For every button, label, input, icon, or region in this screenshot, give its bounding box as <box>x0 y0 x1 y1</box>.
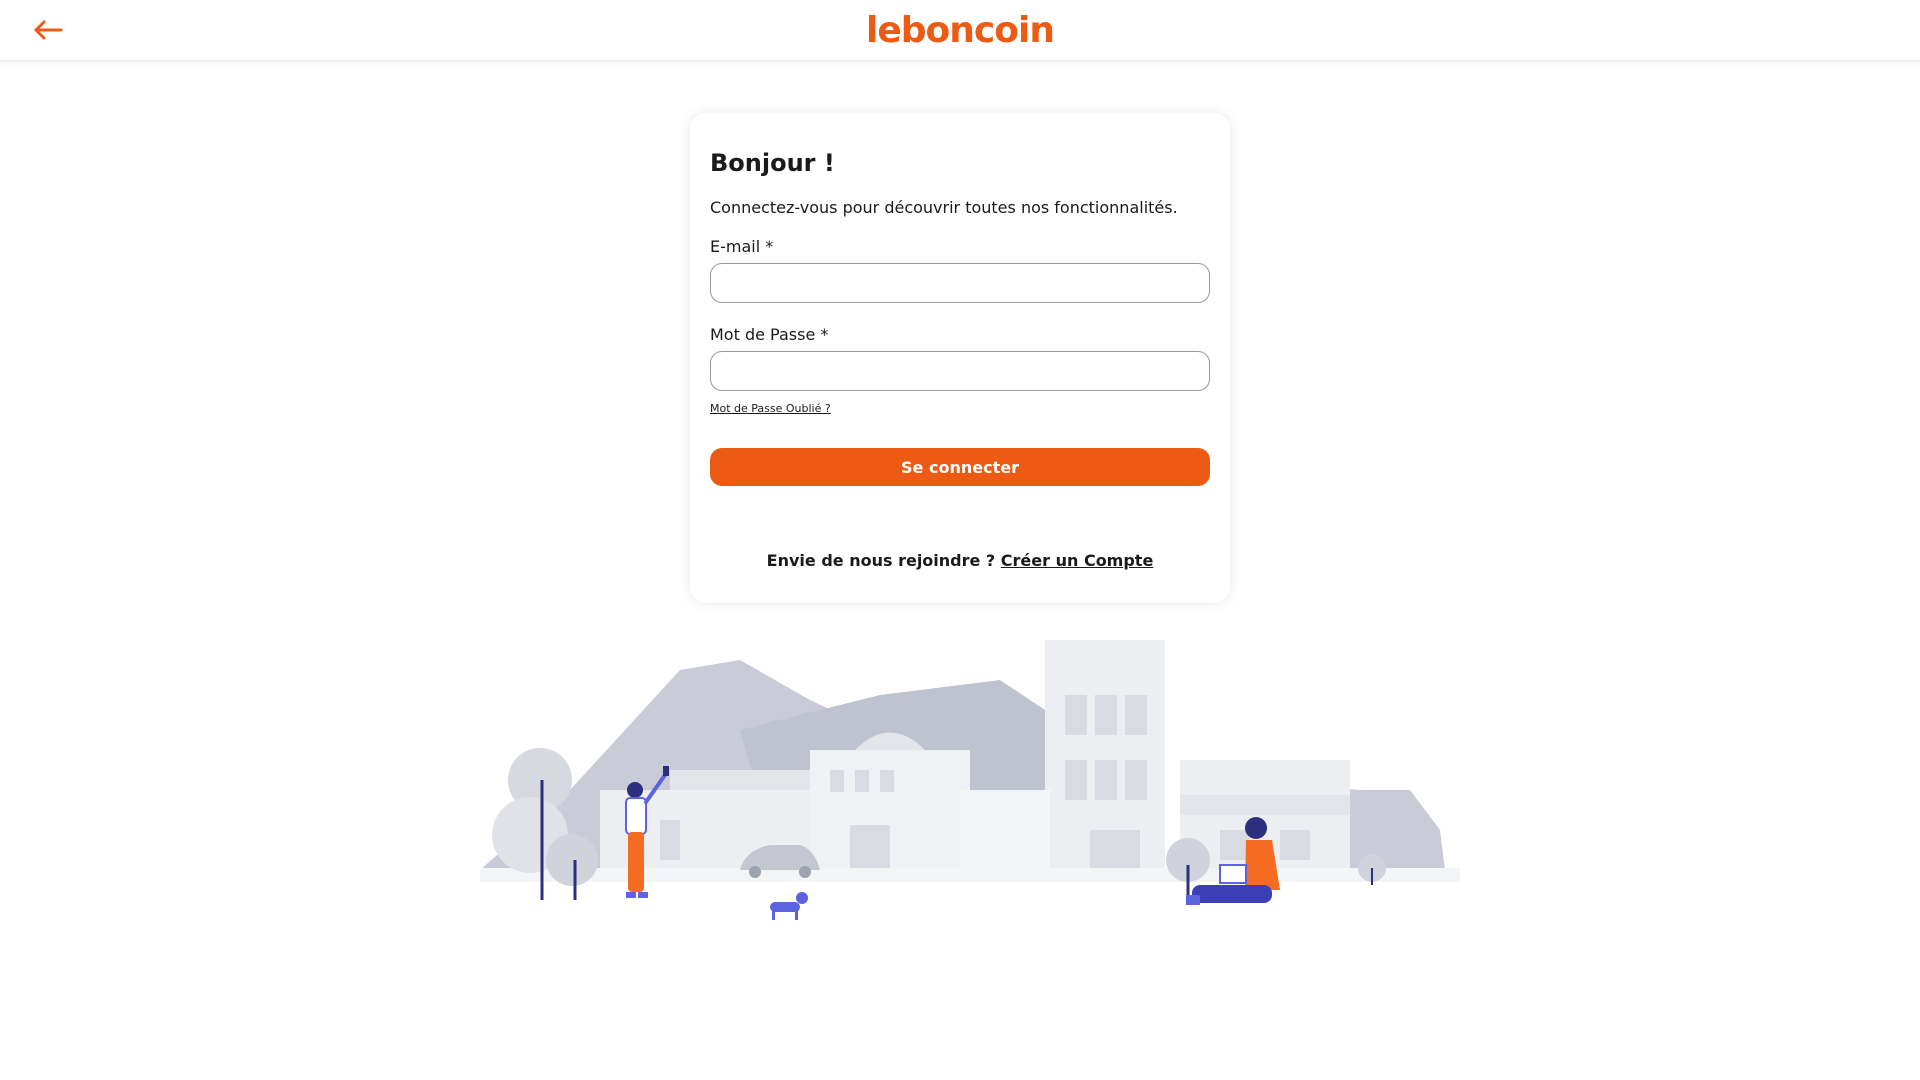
dog <box>770 892 808 920</box>
back-button[interactable] <box>24 14 72 46</box>
window <box>1125 760 1147 800</box>
building-awning <box>1180 795 1350 815</box>
window <box>1125 695 1147 735</box>
create-account-link[interactable]: Créer un Compte <box>1001 551 1154 570</box>
building-mid <box>960 790 1050 880</box>
password-field[interactable] <box>710 351 1210 391</box>
forgot-password-link[interactable]: Mot de Passe Oublié ? <box>710 402 831 415</box>
ground <box>480 868 1460 882</box>
window <box>1095 760 1117 800</box>
password-label: Mot de Passe * <box>710 325 829 344</box>
window <box>1095 695 1117 735</box>
leboncoin-logo[interactable]: leboncoin <box>866 8 1055 52</box>
signup-prompt-text: Envie de nous rejoindre ? <box>766 551 996 570</box>
login-subtitle: Connectez-vous pour découvrir toutes nos… <box>710 198 1178 217</box>
email-label: E-mail * <box>710 237 774 256</box>
window <box>855 770 869 792</box>
login-button[interactable]: Se connecter <box>710 448 1210 486</box>
signup-prompt: Envie de nous rejoindre ? Créer un Compt… <box>690 551 1230 570</box>
window <box>660 820 680 860</box>
login-card: Bonjour ! Connectez-vous pour découvrir … <box>690 113 1230 603</box>
window <box>1220 830 1250 860</box>
page-title: Bonjour ! <box>710 149 835 177</box>
town-scene-illustration <box>480 640 1460 920</box>
window <box>1065 760 1087 800</box>
window <box>830 770 844 792</box>
window <box>1280 830 1310 860</box>
top-bar: leboncoin <box>0 0 1920 61</box>
window <box>880 770 894 792</box>
arrow-left-icon <box>34 20 63 40</box>
building-shop <box>670 770 810 790</box>
window <box>1065 695 1087 735</box>
email-field[interactable] <box>710 263 1210 303</box>
